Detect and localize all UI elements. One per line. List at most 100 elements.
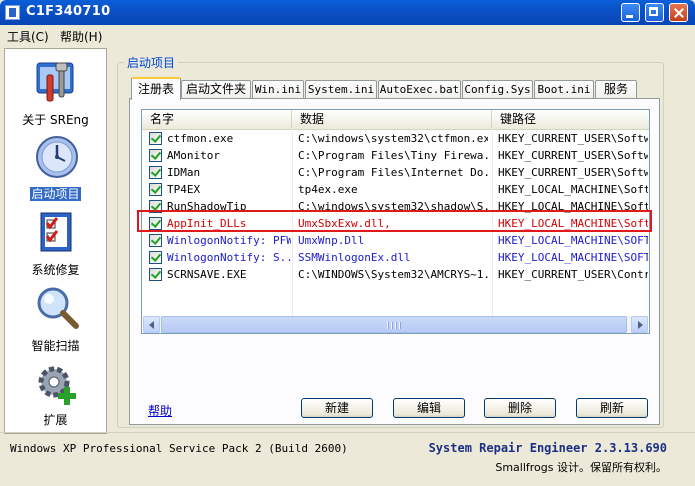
cell-key-path: HKEY_CURRENT_USER\Softwar [498, 132, 648, 145]
tab-config-sys[interactable]: Config.Sys [462, 80, 533, 99]
sidebar-item-about[interactable]: 关于 SREng [5, 57, 106, 129]
tab-startup-folder[interactable]: 启动文件夹 [181, 80, 251, 99]
tab-services[interactable]: 服务 [595, 80, 637, 99]
column-header-name[interactable]: 名字 [142, 110, 292, 128]
horizontal-scrollbar[interactable] [143, 316, 648, 333]
tab-registry[interactable]: 注册表 [131, 77, 181, 100]
menu-bar: 工具(C) 帮助(H) [0, 25, 695, 47]
sidebar-item-extend[interactable]: 扩展 [5, 361, 106, 433]
cell-data: C:\Program Files\Tiny Firewa... [298, 149, 488, 162]
row-checkbox[interactable] [149, 268, 162, 281]
menu-tools[interactable]: 工具(C) [7, 28, 49, 45]
sidebar-item-startup[interactable]: 启动项目 [5, 133, 106, 203]
sidebar-item-label: 关于 SREng [22, 113, 89, 127]
sidebar: 关于 SREng 启动项目 系统修复 智能扫描 扩展 [4, 48, 107, 434]
refresh-button[interactable]: 刷新 [576, 398, 648, 418]
table-row[interactable]: RunShadowTip C:\windows\system32\shadow\S… [142, 198, 649, 215]
scrollbar-thumb[interactable] [161, 316, 627, 333]
cell-name: WinlogonNotify: PFW [167, 234, 291, 247]
close-button[interactable] [669, 3, 688, 22]
table-row[interactable]: WinlogonNotify: PFW UmxWnp.Dll HKEY_LOCAL_… [142, 232, 649, 249]
table-row[interactable]: ctfmon.exe C:\windows\system32\ctfmon.exe… [142, 130, 649, 147]
product-info: System Repair Engineer 2.3.13.690 Smallf… [429, 441, 667, 475]
help-link[interactable]: 帮助 [148, 402, 172, 419]
arrow-right-icon [638, 321, 643, 329]
table-row[interactable]: AppInit_DLLs UmxSbxExw.dll, HKEY_LOCAL_MAC… [142, 215, 649, 232]
cell-key-path: HKEY_CURRENT_USER\Softwar [498, 149, 648, 162]
cell-name: RunShadowTip [167, 200, 247, 213]
delete-button[interactable]: 删除 [484, 398, 556, 418]
column-header-data[interactable]: 数据 [292, 110, 492, 128]
app-icon [5, 5, 20, 20]
cell-data: UmxWnp.Dll [298, 234, 365, 247]
row-checkbox[interactable] [149, 251, 162, 264]
tab-autoexec-bat[interactable]: AutoExec.bat [378, 80, 461, 99]
tab-boot-ini[interactable]: Boot.ini [534, 80, 594, 99]
sidebar-item-smart-scan[interactable]: 智能扫描 [5, 283, 106, 357]
sidebar-item-label: 扩展 [43, 413, 68, 427]
cell-data: C:\windows\system32\shadow\S... [298, 200, 488, 213]
cell-data: C:\Program Files\Internet Do... [298, 166, 488, 179]
cell-name: AppInit_DLLs [167, 217, 247, 230]
list-header: 名字 数据 键路径 [142, 110, 649, 130]
new-button[interactable]: 新建 [301, 398, 373, 418]
copyright-text: Smallfrogs 设计。保留所有权利。 [495, 461, 667, 474]
cell-data: C:\windows\system32\ctfmon.exe [298, 132, 488, 145]
gear-plus-icon [38, 366, 76, 405]
table-row[interactable]: IDMan C:\Program Files\Internet Do... HKEY… [142, 164, 649, 181]
column-header-path[interactable]: 键路径 [492, 110, 649, 128]
cell-data: SSMWinlogonEx.dll [298, 251, 411, 264]
cell-key-path: HKEY_CURRENT_USER\Softwar [498, 166, 648, 179]
startup-list[interactable]: 名字 数据 键路径 ctfmon.exe C:\windows\system32\… [141, 109, 650, 334]
table-row[interactable]: SCRNSAVE.EXE C:\WINDOWS\System32\AMCRYS~1… [142, 266, 649, 283]
row-checkbox[interactable] [149, 217, 162, 230]
cell-key-path: HKEY_LOCAL_MACHINE\Softwa [498, 217, 648, 230]
scroll-left-button[interactable] [143, 316, 160, 333]
menu-help[interactable]: 帮助(H) [60, 28, 102, 45]
tab-win-ini[interactable]: Win.ini [252, 80, 304, 99]
row-checkbox[interactable] [149, 132, 162, 145]
tab-system-ini[interactable]: System.ini [305, 80, 377, 99]
checklist-icon [40, 212, 72, 252]
status-divider [0, 432, 695, 433]
scroll-right-button[interactable] [631, 316, 648, 333]
cell-name: AMonitor [167, 149, 220, 162]
cell-key-path: HKEY_CURRENT_USER\Control [498, 268, 648, 281]
cell-name: WinlogonNotify: S... [167, 251, 291, 264]
cell-key-path: HKEY_LOCAL_MACHINE\SOFTWA [498, 251, 648, 264]
cell-name: ctfmon.exe [167, 132, 234, 145]
cell-name: SCRNSAVE.EXE [167, 268, 247, 281]
sidebar-item-repair[interactable]: 系统修复 [5, 209, 106, 281]
tools-icon [36, 62, 74, 102]
arrow-left-icon [149, 321, 154, 329]
window-title: C1F340710 [26, 4, 111, 19]
cell-name: TP4EX [167, 183, 201, 196]
maximize-button[interactable] [645, 3, 664, 22]
cell-key-path: HKEY_LOCAL_MACHINE\SOFTWA [498, 234, 648, 247]
grip-icon [399, 322, 401, 329]
sidebar-item-label: 启动项目 [30, 187, 81, 201]
table-row[interactable]: WinlogonNotify: S... SSMWinlogonEx.dll HKE… [142, 249, 649, 266]
grip-icon [387, 322, 389, 329]
cell-key-path: HKEY_LOCAL_MACHINE\Softwa [498, 200, 648, 213]
group-title: 启动项目 [124, 54, 179, 71]
product-version: System Repair Engineer 2.3.13.690 [428, 441, 667, 455]
row-checkbox[interactable] [149, 149, 162, 162]
sidebar-item-label: 系统修复 [31, 263, 80, 277]
row-checkbox[interactable] [149, 183, 162, 196]
table-row[interactable]: AMonitor C:\Program Files\Tiny Firewa... H… [142, 147, 649, 164]
title-bar[interactable]: C1F340710 [0, 0, 695, 25]
minimize-button[interactable] [621, 3, 640, 22]
table-row[interactable]: TP4EX tp4ex.exe HKEY_LOCAL_MACHINE\Softwa [142, 181, 649, 198]
edit-button[interactable]: 编辑 [393, 398, 465, 418]
row-checkbox[interactable] [149, 234, 162, 247]
cell-name: IDMan [167, 166, 201, 179]
magnifier-icon [37, 287, 79, 329]
clock-icon [36, 136, 78, 178]
row-checkbox[interactable] [149, 166, 162, 179]
cell-data: tp4ex.exe [298, 183, 358, 196]
cell-data: UmxSbxExw.dll, [298, 217, 391, 230]
os-version-text: Windows XP Professional Service Pack 2 (… [10, 442, 348, 455]
cell-key-path: HKEY_LOCAL_MACHINE\Softwa [498, 183, 648, 196]
row-checkbox[interactable] [149, 200, 162, 213]
